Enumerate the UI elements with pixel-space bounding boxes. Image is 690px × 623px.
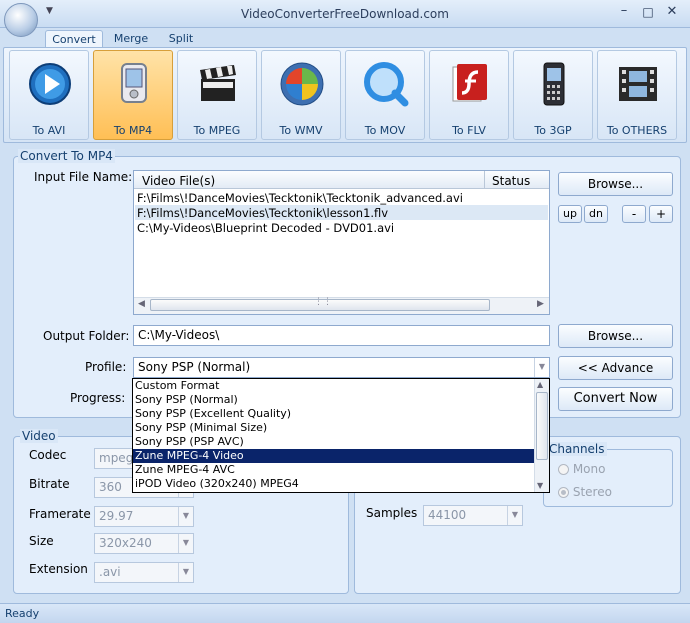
status-bar: Ready	[0, 603, 690, 623]
progress-label: Progress:	[70, 391, 126, 405]
mono-radio-label: Mono	[572, 462, 606, 476]
clapperboard-icon	[200, 65, 236, 101]
framerate-label: Framerate	[29, 507, 91, 521]
convert-now-button[interactable]: Convert Now	[558, 387, 673, 411]
to-flv-button[interactable]: To FLV	[429, 50, 509, 140]
to-mov-button[interactable]: To MOV	[345, 50, 425, 140]
video-group-title: Video	[20, 429, 58, 443]
to-flv-label: To FLV	[452, 124, 486, 137]
profile-option[interactable]: iPOD Video (320x240) MPEG4	[133, 477, 534, 491]
samples-label: Samples	[366, 506, 418, 520]
browse-output-button[interactable]: Browse...	[558, 324, 673, 348]
mobile-phone-icon	[543, 62, 565, 106]
move-up-button[interactable]: up	[558, 205, 582, 223]
bitrate-label: Bitrate	[29, 477, 70, 491]
to-mpeg-button[interactable]: To MPEG	[177, 50, 257, 140]
extension-select: .avi ▼	[94, 562, 194, 583]
profile-option[interactable]: Zune MPEG-4 AVC	[133, 463, 534, 477]
column-header-video-files[interactable]: Video File(s)	[142, 174, 215, 188]
to-3gp-button[interactable]: To 3GP	[513, 50, 593, 140]
dropdown-arrow-icon: ▼	[507, 506, 522, 525]
window-title: VideoConverterFreeDownload.com	[241, 7, 449, 21]
column-header-status[interactable]: Status	[492, 174, 530, 188]
framerate-value: 29.97	[99, 509, 134, 523]
radio-icon	[558, 464, 569, 475]
pda-device-icon	[121, 63, 147, 103]
samples-select: 44100 ▼	[423, 505, 523, 526]
column-divider	[484, 171, 485, 189]
output-folder-input[interactable]: C:\My-Videos\	[133, 325, 550, 346]
to-mp4-button[interactable]: To MP4	[93, 50, 173, 140]
radio-checked-icon	[558, 487, 569, 498]
profile-option[interactable]: Sony PSP (Excellent Quality)	[133, 407, 534, 421]
to-mpeg-label: To MPEG	[193, 124, 241, 137]
dropdown-arrow-icon: ▼	[178, 534, 193, 553]
to-mp4-label: To MP4	[113, 124, 153, 137]
profile-option[interactable]: Sony PSP (Normal)	[133, 393, 534, 407]
convert-group-title: Convert To MP4	[18, 149, 115, 163]
close-button[interactable]: ✕	[663, 4, 681, 20]
framerate-select: 29.97 ▼	[94, 506, 194, 527]
file-list-item[interactable]: F:\Films\!DanceMovies\Tecktonik\lesson1.…	[137, 206, 388, 220]
output-folder-label: Output Folder:	[43, 329, 130, 343]
bitrate-value: 360	[99, 480, 122, 494]
size-select: 320x240 ▼	[94, 533, 194, 554]
quicktime-icon	[364, 62, 409, 107]
scrollbar-grip-icon: ⋮⋮	[314, 297, 332, 307]
file-list-item[interactable]: F:\Films\!DanceMovies\Tecktonik\Tecktoni…	[137, 191, 463, 205]
input-file-label: Input File Name:	[34, 170, 133, 184]
scroll-left-arrow-icon[interactable]: ◀	[138, 299, 145, 309]
codec-label: Codec	[29, 448, 67, 462]
to-others-label: To OTHERS	[606, 124, 668, 137]
profile-option[interactable]: Custom Format	[133, 379, 534, 393]
scroll-down-arrow-icon[interactable]: ▼	[537, 481, 543, 490]
stereo-radio-label: Stereo	[572, 485, 612, 499]
dropdown-arrow-icon[interactable]: ▼	[534, 358, 549, 377]
tab-merge[interactable]: Merge	[108, 30, 154, 47]
scroll-right-arrow-icon[interactable]: ▶	[537, 299, 544, 309]
maximize-button[interactable]: □	[639, 4, 657, 20]
film-strip-icon	[619, 67, 657, 101]
profile-select[interactable]: Sony PSP (Normal) ▼	[133, 357, 550, 378]
move-down-button[interactable]: dn	[584, 205, 608, 223]
size-value: 320x240	[99, 536, 152, 550]
profile-option[interactable]: Sony PSP (PSP AVC)	[133, 435, 534, 449]
to-avi-button[interactable]: To AVI	[9, 50, 89, 140]
to-wmv-button[interactable]: To WMV	[261, 50, 341, 140]
size-label: Size	[29, 534, 54, 548]
profile-selected-value: Sony PSP (Normal)	[138, 360, 251, 374]
extension-value: .avi	[99, 565, 121, 579]
advance-button[interactable]: << Advance	[558, 356, 673, 380]
to-avi-label: To AVI	[32, 124, 66, 137]
profile-label: Profile:	[85, 360, 127, 374]
to-others-button[interactable]: To OTHERS	[597, 50, 677, 140]
status-text: Ready	[5, 607, 40, 620]
flash-icon	[452, 64, 487, 102]
samples-value: 44100	[428, 508, 467, 522]
channels-group-title: Channels	[547, 442, 607, 456]
mono-radio: Mono	[558, 462, 605, 476]
play-icon	[29, 63, 71, 105]
windows-media-icon	[280, 62, 324, 106]
tab-convert[interactable]: Convert	[45, 30, 103, 47]
profile-options: Custom Format Sony PSP (Normal) Sony PSP…	[133, 379, 534, 491]
dropdown-arrow-icon: ▼	[178, 563, 193, 582]
stereo-radio: Stereo	[558, 485, 612, 499]
minimize-button[interactable]: –	[615, 4, 633, 20]
to-wmv-label: To WMV	[279, 124, 323, 137]
profile-option-highlighted[interactable]: Zune MPEG-4 Video	[133, 449, 534, 463]
dropdown-arrow-icon: ▼	[178, 507, 193, 526]
scroll-up-arrow-icon[interactable]: ▲	[537, 380, 543, 389]
to-3gp-label: To 3GP	[534, 124, 572, 137]
dropdown-scrollbar-thumb[interactable]	[536, 392, 548, 460]
profile-option[interactable]: Sony PSP (Minimal Size)	[133, 421, 534, 435]
file-list-item[interactable]: C:\My-Videos\Blueprint Decoded - DVD01.a…	[137, 221, 394, 235]
tab-split[interactable]: Split	[160, 30, 202, 47]
add-file-button[interactable]: +	[649, 205, 673, 223]
browse-input-button[interactable]: Browse...	[558, 172, 673, 196]
to-mov-label: To MOV	[364, 124, 406, 137]
extension-label: Extension	[29, 562, 88, 576]
remove-file-button[interactable]: -	[622, 205, 646, 223]
